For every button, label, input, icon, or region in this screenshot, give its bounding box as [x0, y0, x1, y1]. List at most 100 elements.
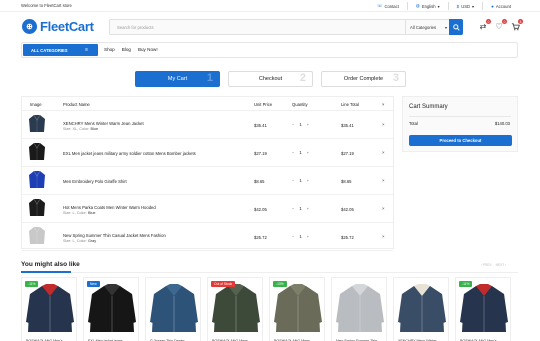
- decrease-button[interactable]: −: [292, 122, 294, 127]
- nav-link-blog[interactable]: Blog: [122, 47, 131, 52]
- search-icon: [452, 23, 460, 31]
- cart-table: Image Product Name Unit Price Quantity L…: [21, 96, 394, 251]
- next-label: NEXT: [495, 263, 505, 267]
- product-card[interactable]: XENCHRY Mens Winter: [393, 277, 449, 341]
- header-quantity: Quantity: [292, 102, 308, 107]
- remove-item-button[interactable]: ×: [382, 150, 385, 155]
- line-total: $27.19: [341, 151, 354, 156]
- divider: [409, 116, 511, 117]
- product-image[interactable]: [26, 282, 74, 336]
- currency-label: USD: [461, 3, 471, 9]
- line-total: $8.65: [341, 179, 352, 184]
- table-row: EXL Men jacket jeans military army soldi…: [22, 139, 393, 167]
- contact-link[interactable]: ☏ Contact: [369, 2, 407, 10]
- remove-item-button[interactable]: ×: [382, 234, 385, 239]
- brand-logo[interactable]: ⊕ FleetCart: [22, 19, 94, 34]
- related-title: You might also like: [21, 261, 80, 268]
- product-image[interactable]: [460, 282, 508, 336]
- product-card[interactable]: New EXL Men jacket jeans: [83, 277, 139, 341]
- product-card[interactable]: G-Xpress Thin Denim: [145, 277, 201, 341]
- quantity-value[interactable]: 1: [299, 150, 301, 155]
- language-select[interactable]: ◍ English ▾: [406, 2, 448, 10]
- wishlist-button[interactable]: ♡ 0: [494, 19, 507, 31]
- product-card[interactable]: -11% BOSHIAOLANG Men's: [455, 277, 511, 341]
- header-remove: ×: [382, 102, 385, 107]
- product-card[interactable]: -11% BOSHIAOLANG Men's: [21, 277, 77, 341]
- quantity-value[interactable]: 1: [299, 234, 301, 239]
- phone-icon: ☏: [376, 3, 383, 8]
- search-input[interactable]: Search for products: [117, 25, 154, 30]
- next-button[interactable]: NEXT ›: [496, 263, 506, 267]
- option-color-label: Color:: [79, 127, 90, 131]
- product-name-link[interactable]: EXL Men jacket jeans military army soldi…: [63, 151, 196, 156]
- product-image[interactable]: [336, 282, 384, 336]
- compare-button[interactable]: ⇄ 0: [478, 19, 491, 31]
- product-thumbnail[interactable]: [28, 198, 46, 218]
- decrease-button[interactable]: −: [292, 234, 294, 239]
- decrease-button[interactable]: −: [292, 178, 294, 183]
- cart-summary: Cart Summary Total $140.03 Proceed to Ch…: [402, 96, 518, 152]
- remove-item-button[interactable]: ×: [382, 122, 385, 127]
- related-pager: ‹ PREV NEXT ›: [481, 263, 506, 267]
- product-badge: -11%: [25, 281, 39, 287]
- product-image[interactable]: [150, 282, 198, 336]
- category-select[interactable]: All Categories ▾: [405, 20, 450, 34]
- search-bar: Search for products All Categories ▾: [109, 19, 463, 35]
- total-value: $140.03: [494, 121, 510, 126]
- unit-price: $35.41: [254, 123, 267, 128]
- remove-item-button[interactable]: ×: [382, 178, 385, 183]
- quantity-value[interactable]: 1: [299, 206, 301, 211]
- unit-price: $42.05: [254, 207, 267, 212]
- chevron-down-icon: ▾: [472, 3, 475, 9]
- currency-icon: $: [456, 3, 460, 9]
- product-thumbnail[interactable]: [28, 226, 46, 246]
- increase-button[interactable]: +: [307, 234, 309, 239]
- product-name-link[interactable]: Hot Mens Parka Coats Men Winter Warm Hoo…: [63, 205, 156, 210]
- proceed-to-checkout-button[interactable]: Proceed to Checkout: [409, 135, 512, 146]
- product-name-link[interactable]: New Spring Summer Thin Casual Jacket Men…: [63, 233, 166, 238]
- increase-button[interactable]: +: [307, 206, 309, 211]
- currency-select[interactable]: $ USD ▾: [447, 2, 482, 10]
- table-row: New Spring Summer Thin Casual Jacket Men…: [22, 223, 393, 251]
- product-thumbnail[interactable]: [28, 170, 46, 190]
- all-categories-label: ALL CATEGORIES: [31, 48, 68, 53]
- increase-button[interactable]: +: [307, 122, 309, 127]
- remove-item-button[interactable]: ×: [382, 206, 385, 211]
- quantity-value[interactable]: 1: [299, 178, 301, 183]
- decrease-button[interactable]: −: [292, 150, 294, 155]
- header-line-total: Line Total: [341, 102, 359, 107]
- product-thumbnail[interactable]: [28, 114, 46, 134]
- product-image[interactable]: [398, 282, 446, 336]
- cart-button[interactable]: 5: [510, 19, 523, 31]
- product-options: Size: L, Color: Gray: [63, 239, 96, 243]
- product-card[interactable]: Out of Stock BOSHIAOLANG Mens: [207, 277, 263, 341]
- chevron-down-icon: ▾: [444, 25, 447, 30]
- product-image[interactable]: [274, 282, 322, 336]
- header-image: Image: [30, 102, 42, 107]
- checkout-steps: My Cart 1 Checkout 2 Order Complete 3: [135, 71, 406, 87]
- product-card[interactable]: New Spring Summer Thin: [331, 277, 387, 341]
- nav-link-buy-now[interactable]: Buy Now!: [138, 47, 158, 52]
- product-name-link[interactable]: XENCHRY Mens Winter Warm Jean Jacket: [63, 121, 144, 126]
- all-categories-button[interactable]: ALL CATEGORIES ≡: [23, 44, 98, 56]
- product-name-link[interactable]: Men Embroidery Polo Giraffe Shirt: [63, 179, 127, 184]
- increase-button[interactable]: +: [307, 150, 309, 155]
- step-checkout[interactable]: Checkout 2: [228, 71, 313, 87]
- account-link[interactable]: ● Account: [482, 2, 519, 10]
- step-my-cart[interactable]: My Cart 1: [135, 71, 220, 87]
- product-image[interactable]: [212, 282, 260, 336]
- product-card[interactable]: -13% BOSHIAOLANG Mens: [269, 277, 325, 341]
- quantity-value[interactable]: 1: [299, 122, 301, 127]
- prev-button[interactable]: ‹ PREV: [481, 263, 492, 267]
- product-image[interactable]: [88, 282, 136, 336]
- language-label: English: [421, 3, 436, 9]
- header-product-name: Product Name: [63, 102, 90, 107]
- line-total: $35.41: [341, 123, 354, 128]
- product-badge: -11%: [459, 281, 473, 287]
- increase-button[interactable]: +: [307, 178, 309, 183]
- product-thumbnail[interactable]: [28, 142, 46, 162]
- decrease-button[interactable]: −: [292, 206, 294, 211]
- product-badge: Out of Stock: [211, 281, 236, 287]
- nav-link-shop[interactable]: Shop: [104, 47, 115, 52]
- search-button[interactable]: [449, 19, 463, 35]
